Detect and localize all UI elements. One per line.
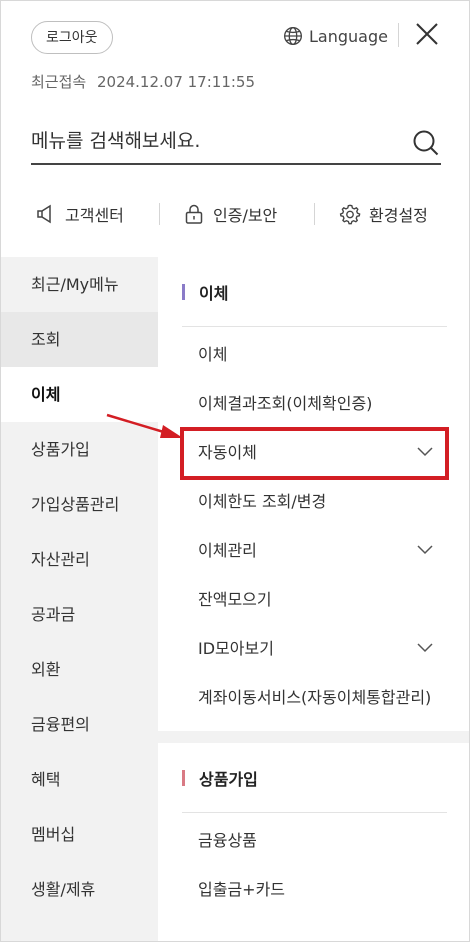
search-icon[interactable] (412, 129, 439, 156)
quick-item-label: 고객센터 (65, 206, 124, 225)
last-login-time: 2024.12.07 17:11:55 (96, 73, 256, 91)
submenu-content: 이체 이체 이체결과조회(이체확인증) 자동이체 이체한도 조회/변경 이체관리… (158, 257, 469, 941)
quick-auth-security[interactable]: 인증/보안 (183, 202, 277, 226)
sidebar-item-asset-manage[interactable]: 자산관리 (1, 532, 158, 587)
menu-item-label: 금융상품 (198, 831, 257, 850)
search-input[interactable] (31, 121, 391, 161)
menu-item-label: 자동이체 (198, 443, 257, 462)
section-transfer: 이체 이체 이체결과조회(이체확인증) 자동이체 이체한도 조회/변경 이체관리… (158, 257, 469, 731)
menu-item-auto-transfer[interactable]: 자동이체 (180, 427, 449, 480)
menu-item-label: 이체결과조회(이체확인증) (198, 394, 373, 413)
sidebar-item-inquiry[interactable]: 조회 (1, 312, 158, 367)
category-sidebar: 최근/My메뉴 조회 이체 상품가입 가입상품관리 자산관리 공과금 외환 금융… (1, 257, 158, 941)
last-login: 최근접속 2024.12.07 17:11:55 (31, 71, 255, 92)
menu-item-transfer-result[interactable]: 이체결과조회(이체확인증) (182, 380, 447, 429)
menu-item-label: 이체한도 조회/변경 (198, 492, 327, 511)
menu-item-account-switch[interactable]: 계좌이동서비스(자동이체통합관리) (182, 674, 447, 723)
last-login-label: 최근접속 (31, 73, 87, 91)
section-header: 상품가입 (182, 743, 447, 813)
sidebar-item-product-manage[interactable]: 가입상품관리 (1, 477, 158, 532)
chevron-down-icon (417, 643, 433, 653)
sidebar-item-benefits[interactable]: 혜택 (1, 752, 158, 807)
quick-menu: 고객센터 인증/보안 환경설정 (1, 194, 469, 232)
menu-item-transfer[interactable]: 이체 (182, 331, 447, 380)
menu-item-financial-products[interactable]: 금융상품 (182, 817, 447, 866)
menu-header: 로그아웃 Language 최근접속 2024.12.07 17:11:55 메… (1, 1, 469, 257)
quick-customer-center[interactable]: 고객센터 (35, 202, 124, 226)
sidebar-item-convenience[interactable]: 금융편의 (1, 697, 158, 752)
globe-icon (284, 27, 302, 45)
menu-body: 최근/My메뉴 조회 이체 상품가입 가입상품관리 자산관리 공과금 외환 금융… (1, 257, 469, 941)
menu-item-label: 계좌이동서비스(자동이체통합관리) (198, 688, 432, 707)
quick-item-label: 환경설정 (369, 206, 428, 225)
menu-item-transfer-manage[interactable]: 이체관리 (182, 527, 447, 576)
quick-divider (314, 203, 315, 225)
section-accent-bar (182, 283, 185, 300)
quick-settings[interactable]: 환경설정 (339, 202, 428, 226)
menu-item-id-view[interactable]: ID모아보기 (182, 625, 447, 674)
menu-item-label: 이체관리 (198, 541, 257, 560)
menu-search (31, 121, 441, 165)
menu-item-balance-collect[interactable]: 잔액모으기 (182, 576, 447, 625)
close-icon[interactable] (414, 21, 440, 47)
menu-item-label: 입출금+카드 (198, 880, 286, 899)
quick-divider (159, 203, 160, 225)
section-header: 이체 (182, 257, 447, 327)
gear-icon (339, 204, 361, 225)
sidebar-item-recent[interactable]: 최근/My메뉴 (1, 257, 158, 312)
chevron-down-icon (417, 545, 433, 555)
speaker-icon (37, 204, 51, 224)
section-accent-bar (182, 769, 185, 786)
section-title: 이체 (199, 283, 229, 303)
annotation-arrow-icon (106, 413, 183, 438)
chevron-down-icon (417, 447, 433, 457)
lock-icon (185, 204, 203, 224)
sidebar-item-membership[interactable]: 멤버십 (1, 807, 158, 862)
language-label: Language (309, 26, 388, 46)
section-title: 상품가입 (199, 769, 258, 789)
all-menu-panel: 로그아웃 Language 최근접속 2024.12.07 17:11:55 메… (0, 0, 470, 942)
menu-item-label: ID모아보기 (198, 639, 274, 658)
section-product-signup: 상품가입 금융상품 입출금+카드 (158, 743, 469, 941)
header-divider (398, 23, 399, 47)
quick-item-label: 인증/보안 (213, 206, 278, 225)
logout-button[interactable]: 로그아웃 (31, 21, 113, 54)
sidebar-item-utility-bills[interactable]: 공과금 (1, 587, 158, 642)
menu-item-deposit-card[interactable]: 입출금+카드 (182, 866, 447, 915)
sidebar-item-lifestyle[interactable]: 생활/제휴 (1, 862, 158, 917)
sidebar-item-foreign-exchange[interactable]: 외환 (1, 642, 158, 697)
menu-item-label: 잔액모으기 (198, 590, 272, 609)
language-button[interactable]: Language (283, 23, 388, 49)
menu-item-label: 이체 (198, 345, 228, 364)
menu-item-transfer-limit[interactable]: 이체한도 조회/변경 (182, 478, 447, 527)
